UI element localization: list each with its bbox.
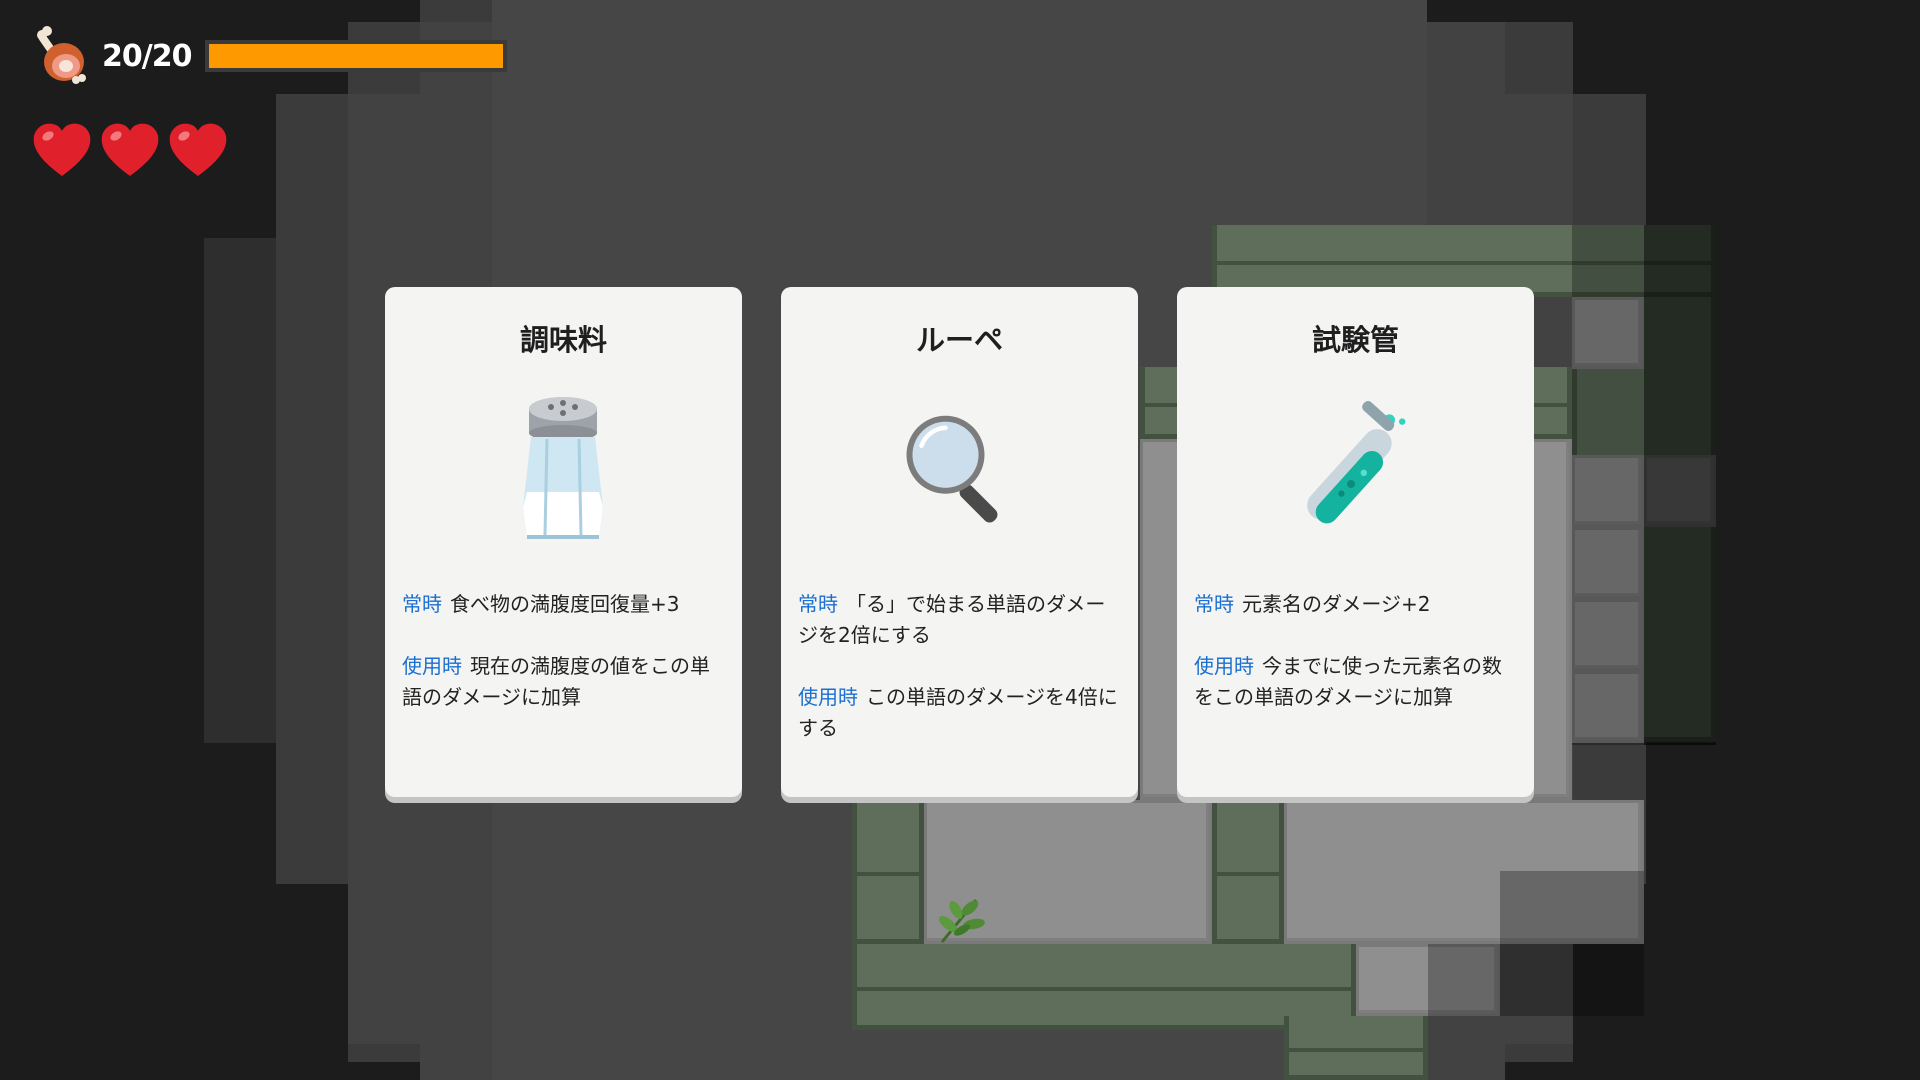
card-title: 試験管 — [1311, 323, 1399, 357]
fog-shade — [1644, 225, 1716, 745]
card-description: 常時 食べ物の満腹度回復量+3 使用時 現在の満腹度の値をこの単語のダメージに加算 — [402, 589, 725, 744]
effect-line: 常時 元素名のダメージ+2 — [1194, 589, 1517, 620]
effect-tag: 使用時 — [1194, 654, 1254, 678]
effect-tag: 常時 — [402, 592, 442, 616]
wall-tile — [1284, 1016, 1428, 1080]
effect-tag: 使用時 — [402, 654, 462, 678]
effect-text: 食べ物の満腹度回復量+3 — [450, 592, 680, 616]
effect-line: 常時 食べ物の満腹度回復量+3 — [402, 589, 725, 620]
card-description: 常時 元素名のダメージ+2 使用時 今までに使った元素名の数をこの単語のダメージに加算 — [1194, 589, 1517, 744]
test-tube-icon — [1295, 387, 1415, 557]
wall-tile — [852, 944, 1356, 1030]
food-value: 20/20 — [102, 38, 192, 74]
effect-text: 「る」で始まる単語のダメージを2倍にする — [798, 592, 1106, 647]
effect-tag: 使用時 — [798, 685, 858, 709]
wall-tile — [1212, 800, 1284, 944]
effect-line: 使用時 現在の満腹度の値をこの単語のダメージに加算 — [402, 651, 725, 713]
card-title: 調味料 — [519, 323, 607, 357]
salt-shaker-icon — [503, 387, 623, 557]
magnifying-glass-icon — [899, 387, 1019, 557]
food-meter: 20/20 — [32, 26, 508, 86]
herb-icon — [938, 899, 985, 943]
wall-tile — [852, 800, 924, 944]
effect-tag: 常時 — [1194, 592, 1234, 616]
effect-text: 元素名のダメージ+2 — [1242, 592, 1431, 616]
fog-shade — [1428, 944, 1500, 1016]
card-title: ルーペ — [915, 323, 1003, 357]
food-bar — [205, 40, 508, 72]
fog-shade — [1500, 871, 1644, 1016]
heart-icon — [166, 120, 230, 180]
heart-icon — [98, 120, 162, 180]
food-bar-fill — [209, 44, 504, 68]
effect-line: 使用時 今までに使った元素名の数をこの単語のダメージに加算 — [1194, 651, 1517, 713]
card-description: 常時 「る」で始まる単語のダメージを2倍にする 使用時 この単語のダメージを4倍にする — [798, 589, 1121, 775]
health-hearts — [30, 120, 230, 180]
item-card[interactable]: ルーペ 常時 「る」で始まる単語のダメージを2倍にする 使用時 この単語のダメージを4… — [781, 287, 1138, 797]
item-card[interactable]: 試験管 常時 元素名のダメージ+2 使用時 今までに使った元素名の数をこの単語のダメー… — [1177, 287, 1534, 797]
item-card[interactable]: 調味料 常時 食べ物の満腹度回復量+3 使用時 現在の満腹度の値をこの単語のダメージに… — [385, 287, 742, 797]
meat-icon — [32, 26, 90, 86]
effect-tag: 常時 — [798, 592, 838, 616]
effect-line: 常時 「る」で始まる単語のダメージを2倍にする — [798, 589, 1121, 651]
effect-line: 使用時 この単語のダメージを4倍にする — [798, 682, 1121, 744]
heart-icon — [30, 120, 94, 180]
